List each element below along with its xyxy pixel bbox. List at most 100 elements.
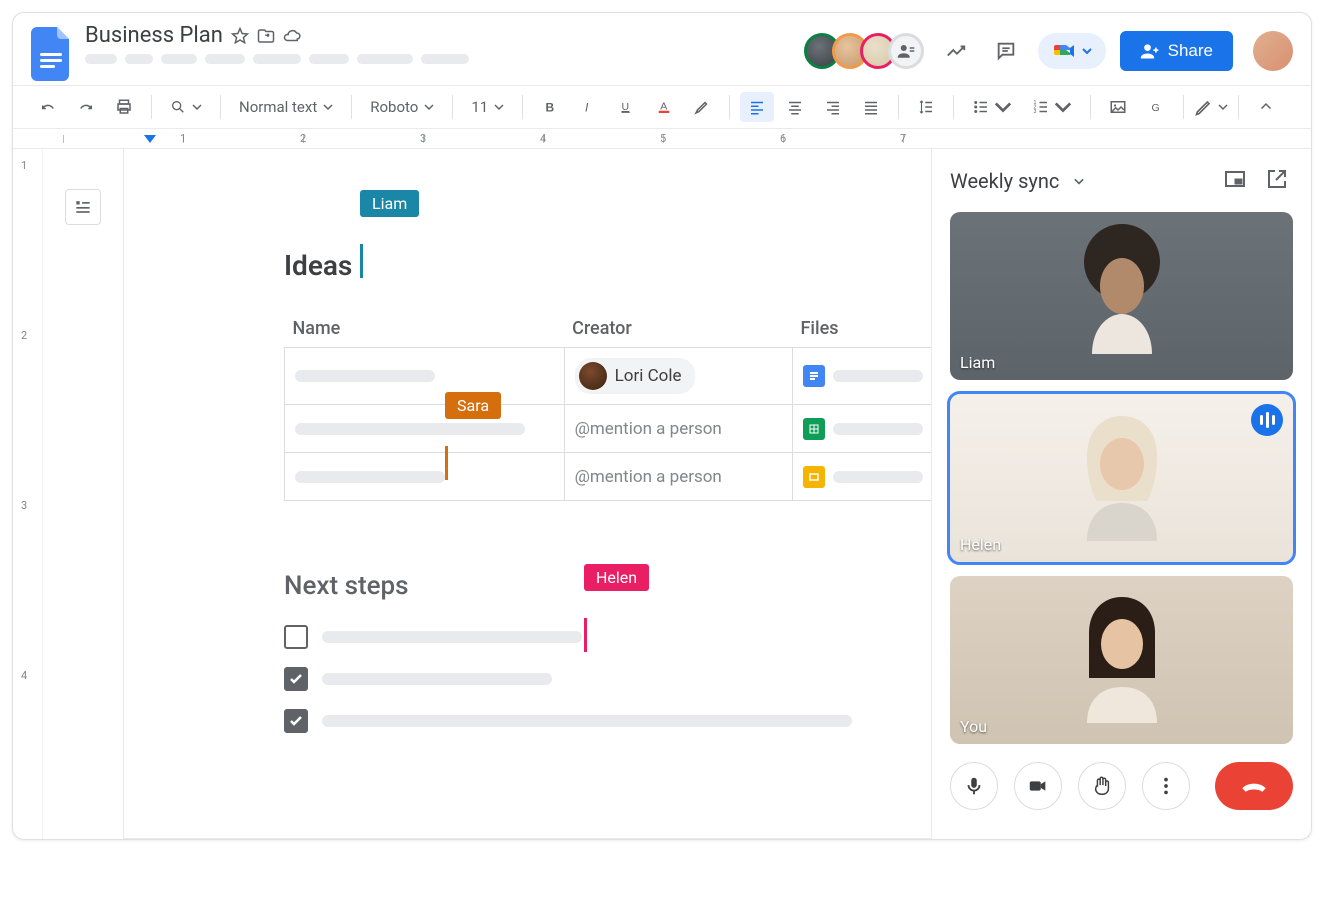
svg-text:G: G xyxy=(1152,102,1160,114)
meet-tiles: Liam Helen xyxy=(932,212,1311,744)
meet-tile-name: You xyxy=(960,717,987,736)
caret-down-icon xyxy=(1082,46,1092,56)
camera-icon xyxy=(1027,775,1049,797)
more-vertical-icon xyxy=(1155,775,1177,797)
outline-icon xyxy=(73,197,93,217)
meet-controls xyxy=(932,744,1311,828)
heading-ideas: Ideas xyxy=(284,249,352,282)
meet-tile-name: Liam xyxy=(960,353,995,372)
mic-icon xyxy=(963,775,985,797)
svg-text:A: A xyxy=(660,100,667,112)
end-call-button[interactable] xyxy=(1215,762,1293,810)
cursor-flag-sara: Sara xyxy=(445,419,501,480)
font-size-dropdown[interactable]: 11 xyxy=(463,94,512,120)
checklist-item[interactable] xyxy=(284,625,872,649)
caret-down-icon[interactable] xyxy=(1069,171,1089,191)
editing-mode-dropdown[interactable] xyxy=(1194,97,1228,117)
print-button[interactable] xyxy=(107,92,141,122)
picture-in-picture-button[interactable] xyxy=(1219,163,1251,198)
docs-logo xyxy=(31,27,71,81)
document-page[interactable]: Ideas Liam Name Creator Files Lori Cole xyxy=(123,149,931,839)
participant-face-icon xyxy=(1047,396,1197,546)
file-chip-sheets[interactable] xyxy=(803,418,923,440)
outline-toggle-button[interactable] xyxy=(65,189,101,225)
share-button[interactable]: Share xyxy=(1120,31,1233,71)
numbered-list-button[interactable]: 123 xyxy=(1024,92,1080,122)
meet-icon xyxy=(1052,39,1076,63)
menu-bar[interactable] xyxy=(85,54,469,64)
align-justify-button[interactable] xyxy=(854,92,888,122)
checkbox-checked-icon[interactable] xyxy=(284,667,308,691)
checklist-item[interactable] xyxy=(284,709,872,733)
outline-gutter xyxy=(43,149,123,839)
insert-image-button[interactable] xyxy=(1101,92,1135,122)
font-family-dropdown[interactable]: Roboto xyxy=(362,94,442,120)
mic-button[interactable] xyxy=(950,762,998,810)
clear-formatting-button[interactable]: G xyxy=(1139,92,1173,122)
table-header-creator: Creator xyxy=(564,318,792,348)
highlight-button[interactable] xyxy=(685,92,719,122)
cloud-saved-icon[interactable] xyxy=(283,27,301,45)
line-spacing-button[interactable] xyxy=(909,92,943,122)
pop-out-button[interactable] xyxy=(1261,163,1293,198)
redo-button[interactable] xyxy=(69,92,103,122)
meet-tile-liam[interactable]: Liam xyxy=(950,212,1293,380)
meet-button[interactable] xyxy=(1038,33,1106,69)
svg-text:U: U xyxy=(622,101,630,113)
table-row[interactable]: Lori Cole xyxy=(285,348,932,405)
document-title[interactable]: Business Plan xyxy=(85,23,223,48)
share-icon xyxy=(1140,41,1160,61)
checklist[interactable]: Helen xyxy=(284,625,872,733)
comments-icon[interactable] xyxy=(988,33,1024,69)
account-avatar[interactable] xyxy=(1253,31,1293,71)
text-color-button[interactable]: A xyxy=(647,92,681,122)
cursor-flag-liam: Liam xyxy=(360,217,419,278)
file-chip-docs[interactable] xyxy=(803,365,923,387)
more-options-button[interactable] xyxy=(1142,762,1190,810)
camera-button[interactable] xyxy=(1014,762,1062,810)
move-icon[interactable] xyxy=(257,27,275,45)
hangup-icon xyxy=(1240,772,1268,800)
paragraph-style-dropdown[interactable]: Normal text xyxy=(231,94,341,120)
underline-button[interactable]: U xyxy=(609,92,643,122)
raise-hand-button[interactable] xyxy=(1078,762,1126,810)
svg-text:B: B xyxy=(546,101,555,115)
person-chip[interactable]: Lori Cole xyxy=(575,358,696,394)
toolbar: Normal text Roboto 11 B I U A 123 G xyxy=(13,86,1311,129)
activity-icon[interactable] xyxy=(938,33,974,69)
meet-title[interactable]: Weekly sync xyxy=(950,169,1059,193)
star-icon[interactable] xyxy=(231,27,249,45)
vertical-ruler[interactable]: 1 2 3 4 xyxy=(13,149,43,839)
share-label: Share xyxy=(1168,41,1213,61)
align-right-button[interactable] xyxy=(816,92,850,122)
mention-placeholder[interactable]: @mention a person xyxy=(575,419,722,439)
collapse-toolbar-button[interactable] xyxy=(1249,92,1283,122)
participant-face-icon xyxy=(1047,214,1197,364)
meet-tile-helen[interactable]: Helen xyxy=(950,394,1293,562)
collaborator-avatars[interactable] xyxy=(804,33,924,69)
body: 1 2 3 4 Ideas Liam Name xyxy=(13,149,1311,839)
horizontal-ruler[interactable]: 1 2 3 4 5 6 7 xyxy=(13,129,1311,149)
app-window: Business Plan xyxy=(12,12,1312,840)
page-area: Ideas Liam Name Creator Files Lori Cole xyxy=(123,149,931,839)
header: Business Plan xyxy=(13,13,1311,86)
checklist-item[interactable] xyxy=(284,667,872,691)
table-row[interactable]: Sara @mention a person xyxy=(285,405,932,453)
table-header-name: Name xyxy=(285,318,565,348)
file-chip-slides[interactable] xyxy=(803,466,923,488)
ideas-table[interactable]: Name Creator Files Lori Cole Sara xyxy=(284,318,931,501)
undo-button[interactable] xyxy=(31,92,65,122)
align-center-button[interactable] xyxy=(778,92,812,122)
checkbox-unchecked-icon[interactable] xyxy=(284,625,308,649)
meet-tile-you[interactable]: You xyxy=(950,576,1293,744)
align-left-button[interactable] xyxy=(740,92,774,122)
table-row[interactable]: @mention a person xyxy=(285,453,932,501)
cursor-flag-helen: Helen xyxy=(584,591,649,652)
mention-placeholder[interactable]: @mention a person xyxy=(575,467,722,487)
bulleted-list-button[interactable] xyxy=(964,92,1020,122)
italic-button[interactable]: I xyxy=(571,92,605,122)
bold-button[interactable]: B xyxy=(533,92,567,122)
checkbox-checked-icon[interactable] xyxy=(284,709,308,733)
table-header-files: Files xyxy=(793,318,932,348)
zoom-dropdown[interactable] xyxy=(162,95,210,119)
